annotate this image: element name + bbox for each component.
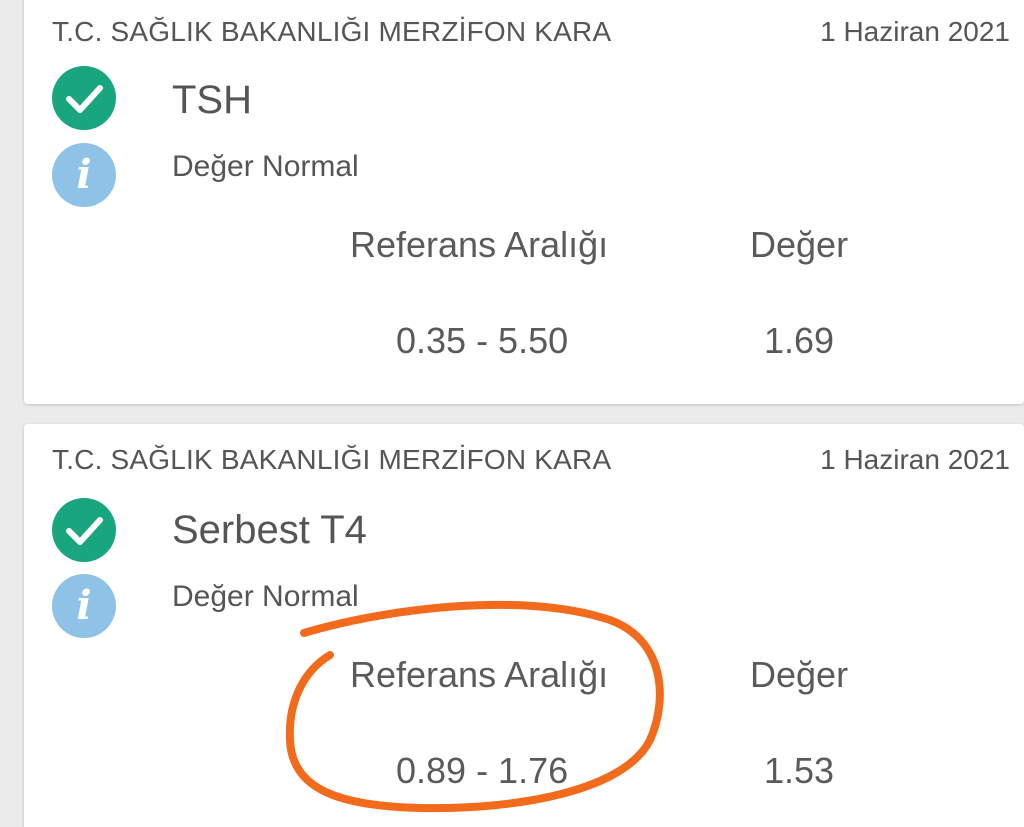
test-name: TSH <box>172 78 252 122</box>
result-value: 1.53 <box>764 750 835 791</box>
check-circle-icon <box>52 66 116 130</box>
result-date: 1 Haziran 2021 <box>820 444 1010 475</box>
result-value: 1.69 <box>764 320 835 361</box>
reference-range-header: Referans Aralığı <box>350 654 609 695</box>
info-circle-icon[interactable]: i <box>52 574 116 638</box>
reference-range-header: Referans Aralığı <box>350 224 609 265</box>
result-date: 1 Haziran 2021 <box>820 16 1010 47</box>
institution-name: T.C. SAĞLIK BAKANLIĞI MERZİFON KARA <box>52 444 612 475</box>
status-text: Değer Normal <box>172 580 359 613</box>
reference-range-value: 0.89 - 1.76 <box>396 750 569 791</box>
value-header: Değer <box>750 224 849 265</box>
result-card-serbest-t4[interactable]: T.C. SAĞLIK BAKANLIĞI MERZİFON KARA 1 Ha… <box>24 424 1024 827</box>
check-circle-icon <box>52 498 116 562</box>
test-name: Serbest T4 <box>172 508 367 552</box>
lab-results-screen: T.C. SAĞLIK BAKANLIĞI MERZİFON KARA 1 Ha… <box>0 0 1024 827</box>
result-card-tsh[interactable]: T.C. SAĞLIK BAKANLIĞI MERZİFON KARA 1 Ha… <box>24 0 1024 404</box>
info-circle-icon[interactable]: i <box>52 143 116 207</box>
status-text: Değer Normal <box>172 150 359 183</box>
value-header: Değer <box>750 654 849 695</box>
institution-name: T.C. SAĞLIK BAKANLIĞI MERZİFON KARA <box>52 16 612 47</box>
reference-range-value: 0.35 - 5.50 <box>396 320 569 361</box>
